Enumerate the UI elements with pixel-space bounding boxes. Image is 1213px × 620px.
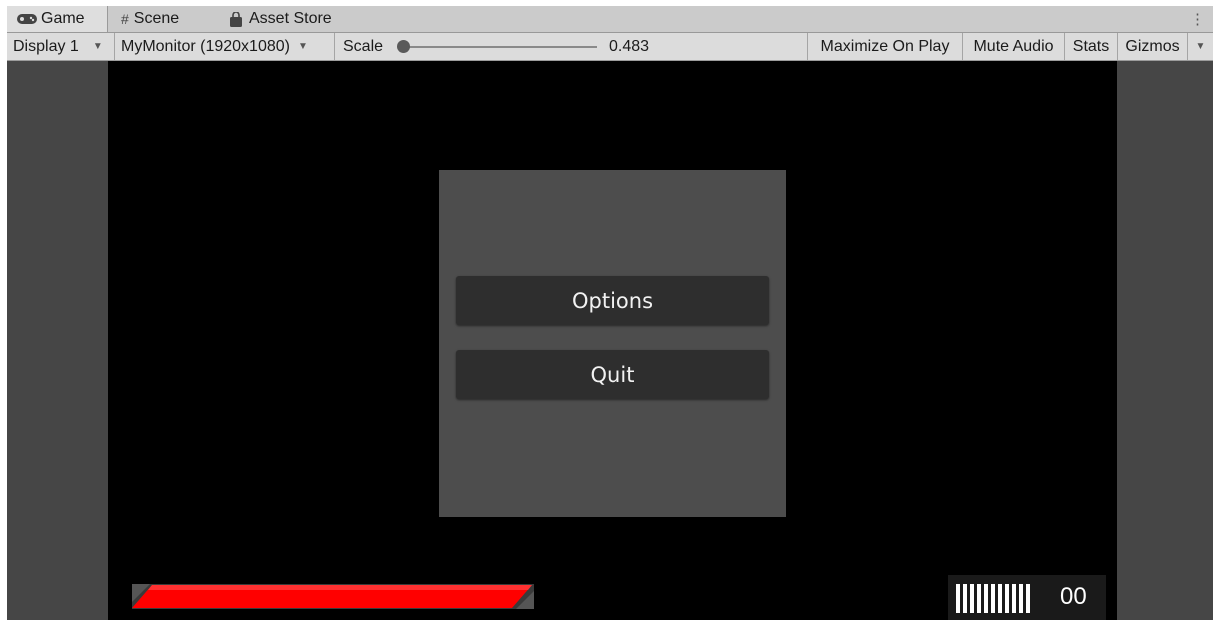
ammo-bar <box>998 584 1002 613</box>
maximize-on-play-label: Maximize On Play <box>820 37 950 55</box>
ammo-bar <box>956 584 960 613</box>
display-dropdown[interactable]: Display 1 ▼ <box>7 33 115 60</box>
ammo-bar <box>991 584 995 613</box>
options-button[interactable]: Options <box>456 276 769 325</box>
stats-label: Stats <box>1072 37 1110 55</box>
scale-value-text: 0.483 <box>609 37 650 55</box>
ammo-bar <box>1019 584 1023 613</box>
scale-slider-track[interactable] <box>403 46 597 48</box>
more-options-icon[interactable]: ⋮ <box>1190 10 1205 28</box>
shopping-bag-icon <box>230 11 242 27</box>
display-label: Display 1 <box>13 37 79 55</box>
chevron-down-icon: ▼ <box>1195 41 1206 52</box>
scale-slider-handle[interactable] <box>397 40 410 53</box>
health-bar <box>132 584 534 609</box>
tab-scene-label: Scene <box>133 10 180 27</box>
tab-bar: Game # Scene Asset Store ⋮ <box>7 6 1213 33</box>
unity-game-window: Game # Scene Asset Store ⋮ Display 1 ▼ M… <box>7 6 1213 620</box>
pause-menu-panel: Options Quit <box>439 170 786 517</box>
tab-game[interactable]: Game <box>7 6 108 32</box>
gizmos-label: Gizmos <box>1125 37 1180 55</box>
maximize-on-play-toggle[interactable]: Maximize On Play <box>808 33 963 60</box>
ammo-bar <box>970 584 974 613</box>
hash-grid-icon: # <box>121 11 129 27</box>
resolution-dropdown[interactable]: MyMonitor (1920x1080) ▼ <box>115 33 335 60</box>
ammo-bar <box>1005 584 1009 613</box>
ammo-count: 00 <box>1060 583 1087 610</box>
quit-button[interactable]: Quit <box>456 350 769 399</box>
ammo-bar <box>1012 584 1016 613</box>
chevron-down-icon: ▼ <box>92 41 103 52</box>
ammo-bars <box>956 584 1030 613</box>
tab-game-label: Game <box>41 10 85 27</box>
chevron-down-icon: ▼ <box>297 41 308 52</box>
ammo-bar <box>963 584 967 613</box>
resolution-label: MyMonitor (1920x1080) <box>121 37 290 55</box>
scale-label: Scale <box>343 37 384 55</box>
game-screen: Options Quit 00 <box>108 61 1117 620</box>
gizmos-dropdown[interactable]: ▼ <box>1188 33 1213 60</box>
stats-toggle[interactable]: Stats <box>1065 33 1118 60</box>
gamepad-icon <box>17 14 37 24</box>
options-button-label: Options <box>571 288 654 313</box>
ammo-counter: 00 <box>948 575 1106 620</box>
mute-audio-toggle[interactable]: Mute Audio <box>963 33 1065 60</box>
tab-scene[interactable]: # Scene <box>121 6 179 32</box>
ammo-bar <box>977 584 981 613</box>
game-view: Options Quit 00 <box>7 61 1213 620</box>
ammo-bar <box>984 584 988 613</box>
quit-button-label: Quit <box>590 362 635 387</box>
mute-audio-label: Mute Audio <box>973 37 1054 55</box>
scale-value: 0.483 <box>609 33 649 60</box>
tab-asset-store[interactable]: Asset Store <box>229 6 332 32</box>
tab-asset-store-label: Asset Store <box>249 10 332 27</box>
game-toolbar: Display 1 ▼ MyMonitor (1920x1080) ▼ Scal… <box>7 33 1213 61</box>
ammo-bar <box>1026 584 1030 613</box>
gizmos-toggle[interactable]: Gizmos <box>1118 33 1188 60</box>
